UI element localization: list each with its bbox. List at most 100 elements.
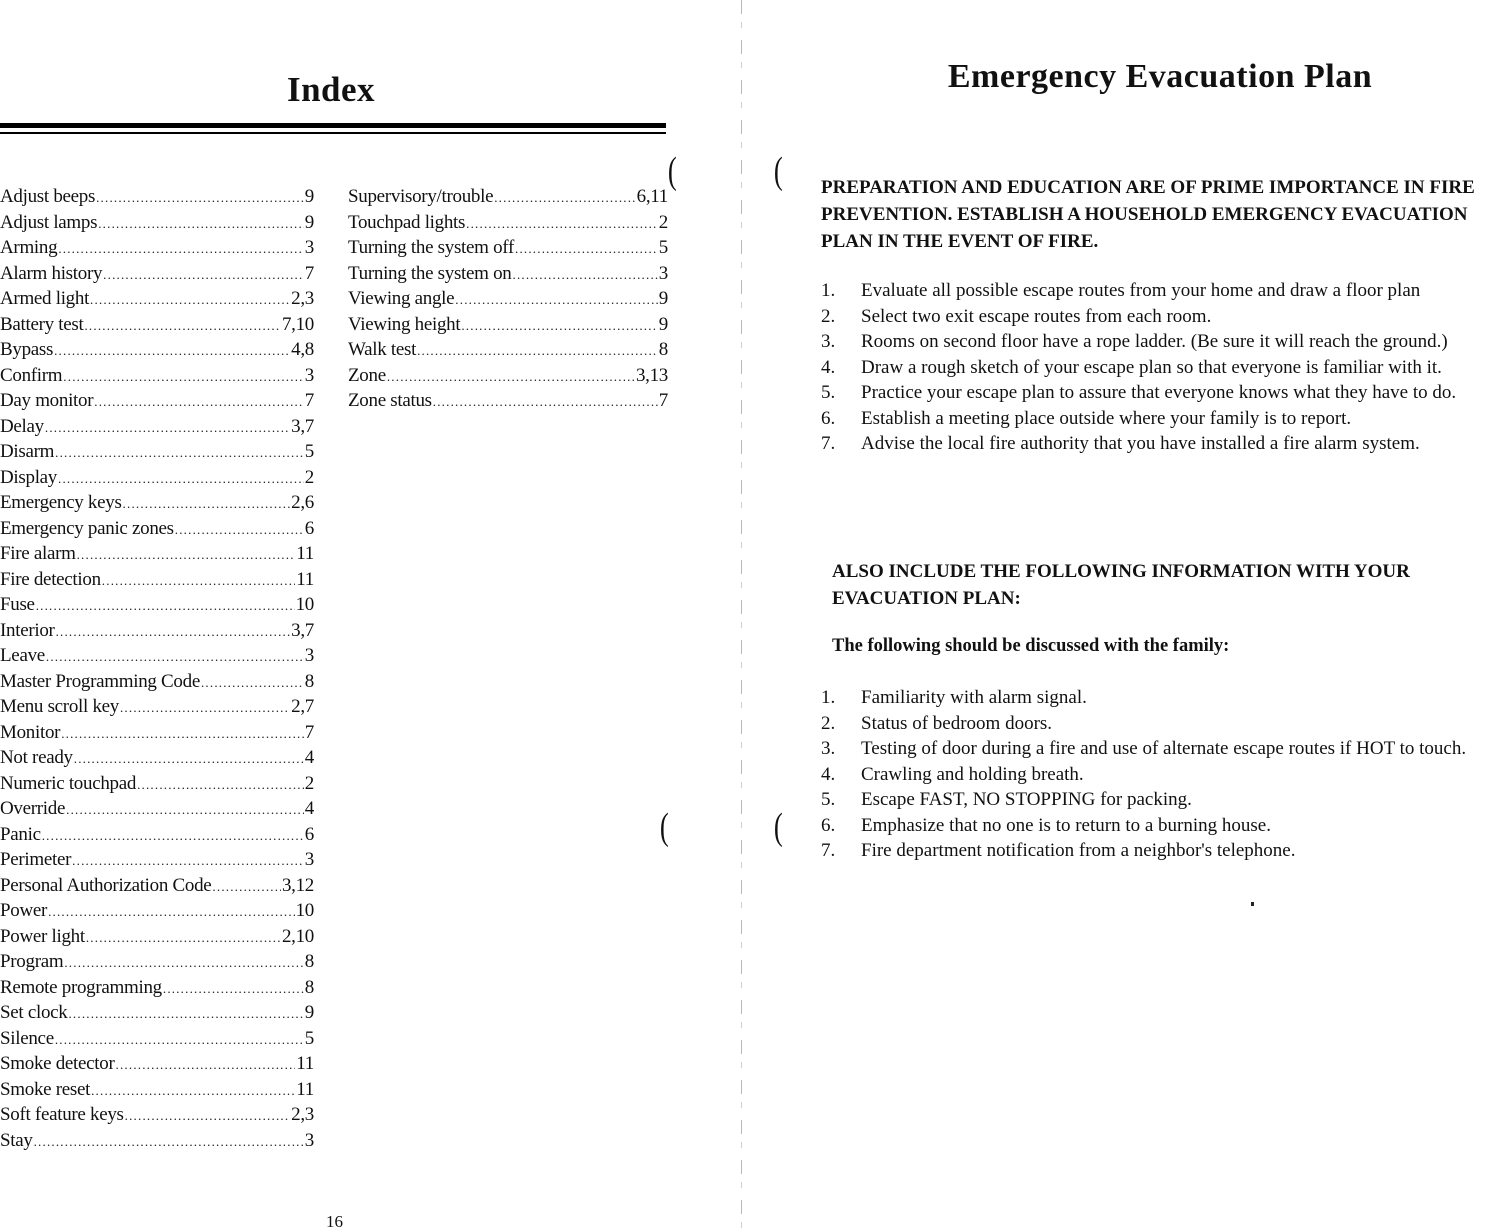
- index-page-ref: 6: [304, 823, 314, 845]
- dot-leader: [61, 727, 304, 740]
- index-page-ref: 3: [304, 1129, 314, 1151]
- item-text: Practice your escape plan to assure that…: [861, 382, 1457, 403]
- title-rule-thin: [0, 132, 666, 134]
- index-entry: Turning the system off 5: [348, 235, 668, 261]
- index-term: Turning the system off: [348, 237, 514, 258]
- index-page-ref: 9: [658, 288, 668, 309]
- dot-leader: [58, 242, 303, 255]
- list-item: 5. Escape FAST, NO STOPPING for packing.: [821, 787, 1496, 813]
- dot-leader: [212, 880, 281, 893]
- dot-leader: [77, 548, 296, 561]
- dot-leader: [42, 829, 304, 842]
- item-number: 7.: [821, 433, 836, 454]
- index-page-ref: 8: [304, 976, 314, 998]
- index-entry: Personal Authorization Code 3,12: [0, 873, 314, 899]
- index-term: Adjust beeps: [0, 186, 96, 207]
- index-term: Emergency keys: [0, 492, 122, 513]
- index-entry: Armed light 2,3: [0, 286, 314, 312]
- binding-mark: (: [667, 150, 677, 192]
- item-text: Fire department notification from a neig…: [861, 840, 1296, 861]
- index-entry: Numeric touchpad 2: [0, 771, 314, 797]
- item-text: Familiarity with alarm signal.: [861, 687, 1087, 708]
- dot-leader: [120, 701, 290, 714]
- index-page-ref: 3,12: [281, 874, 314, 896]
- index-page-ref: 3,7: [291, 619, 314, 641]
- item-text: Status of bedroom doors.: [861, 712, 1053, 734]
- index-page-ref: 8: [304, 951, 314, 972]
- index-entry: Stay 3: [0, 1128, 314, 1154]
- index-entry: Perimeter 3: [0, 847, 314, 873]
- item-text: Select two exit escape routes from each …: [861, 305, 1212, 327]
- item-text: Draw a rough sketch of your escape plan …: [861, 356, 1442, 378]
- index-page-ref: 6: [304, 517, 314, 539]
- index-title: Index: [286, 70, 376, 109]
- binding-mark: (: [773, 150, 783, 192]
- item-text: Escape FAST, NO STOPPING for packing.: [861, 789, 1192, 810]
- index-entry: Alarm history 7: [0, 261, 314, 287]
- index-entry: Emergency panic zones 6: [0, 516, 314, 542]
- index-entry: Master Programming Code 8: [0, 669, 314, 695]
- index-entry: Disarm 5: [0, 439, 314, 465]
- index-page-ref: 10: [295, 900, 314, 921]
- index-entry: Emergency keys 2,6: [0, 490, 314, 516]
- dot-leader: [72, 854, 304, 867]
- dot-leader: [94, 395, 304, 408]
- index-entry: Not ready 4: [0, 745, 314, 771]
- index-term: Remote programming: [0, 976, 162, 998]
- index-term: Fire detection: [0, 568, 101, 590]
- dot-leader: [36, 599, 295, 612]
- dot-leader: [63, 370, 304, 383]
- dot-leader: [513, 268, 658, 281]
- index-term: Touchpad lights: [348, 211, 466, 233]
- index-term: Zone status: [348, 390, 432, 411]
- item-number: 3.: [821, 331, 836, 352]
- plan-title: Emergency Evacuation Plan: [947, 58, 1373, 95]
- item-text: Rooms on second floor have a rope ladder…: [861, 331, 1448, 352]
- dot-leader: [34, 1135, 304, 1148]
- dot-leader: [46, 650, 304, 663]
- index-term: Day monitor: [0, 390, 94, 411]
- index-entry: Silence 5: [0, 1026, 314, 1052]
- index-term: Panic: [0, 823, 41, 845]
- dot-leader: [102, 574, 296, 587]
- list-item: 2. Select two exit escape routes from eac…: [821, 304, 1496, 330]
- list-item: 4. Draw a rough sketch of your escape pla…: [821, 355, 1496, 381]
- index-page-ref: 7,10: [281, 313, 314, 335]
- index-term: Silence: [0, 1027, 54, 1049]
- item-text: Emphasize that no one is to return to a …: [861, 814, 1271, 836]
- index-term: Perimeter: [0, 849, 72, 870]
- index-page-ref: 5: [658, 237, 668, 258]
- item-number: 6.: [821, 407, 836, 429]
- list-item: 3. Testing of door during a fire and use …: [821, 736, 1496, 762]
- index-page-ref: 9: [304, 186, 314, 207]
- index-term: Bypass: [0, 339, 54, 360]
- index-entry: Day monitor 7: [0, 388, 314, 414]
- index-term: Viewing angle: [348, 288, 455, 309]
- index-entry: Zone status 7: [348, 388, 668, 414]
- index-page-ref: 7: [304, 390, 314, 411]
- index-term: Smoke reset: [0, 1078, 91, 1100]
- dot-leader: [98, 217, 304, 230]
- item-text: Testing of door during a fire and use of…: [861, 738, 1467, 759]
- dot-leader: [116, 1058, 296, 1071]
- index-page-ref: 4: [304, 798, 314, 819]
- list-item: 6. Emphasize that no one is to return to …: [821, 813, 1496, 839]
- dot-leader: [55, 446, 304, 459]
- item-text: Advise the local fire authority that you…: [861, 433, 1420, 454]
- index-term: Program: [0, 951, 64, 972]
- index-term: Override: [0, 798, 66, 819]
- index-page-ref: 2,10: [281, 925, 314, 947]
- index-entry: Adjust lamps 9: [0, 210, 314, 236]
- index-term: Viewing height: [348, 313, 461, 335]
- index-page-ref: 7: [658, 390, 668, 411]
- dot-leader: [74, 752, 304, 765]
- index-page-ref: 10: [295, 594, 314, 615]
- evacuation-steps-list: 1. Evaluate all possible escape routes fr…: [821, 278, 1496, 457]
- dot-leader: [201, 676, 304, 689]
- index-entry: Power 10: [0, 898, 314, 924]
- index-page-ref: 2,3: [291, 288, 314, 309]
- index-page-ref: 9: [304, 1002, 314, 1023]
- dot-leader: [163, 982, 304, 995]
- item-number: 7.: [821, 840, 836, 861]
- index-term: Monitor: [0, 721, 61, 743]
